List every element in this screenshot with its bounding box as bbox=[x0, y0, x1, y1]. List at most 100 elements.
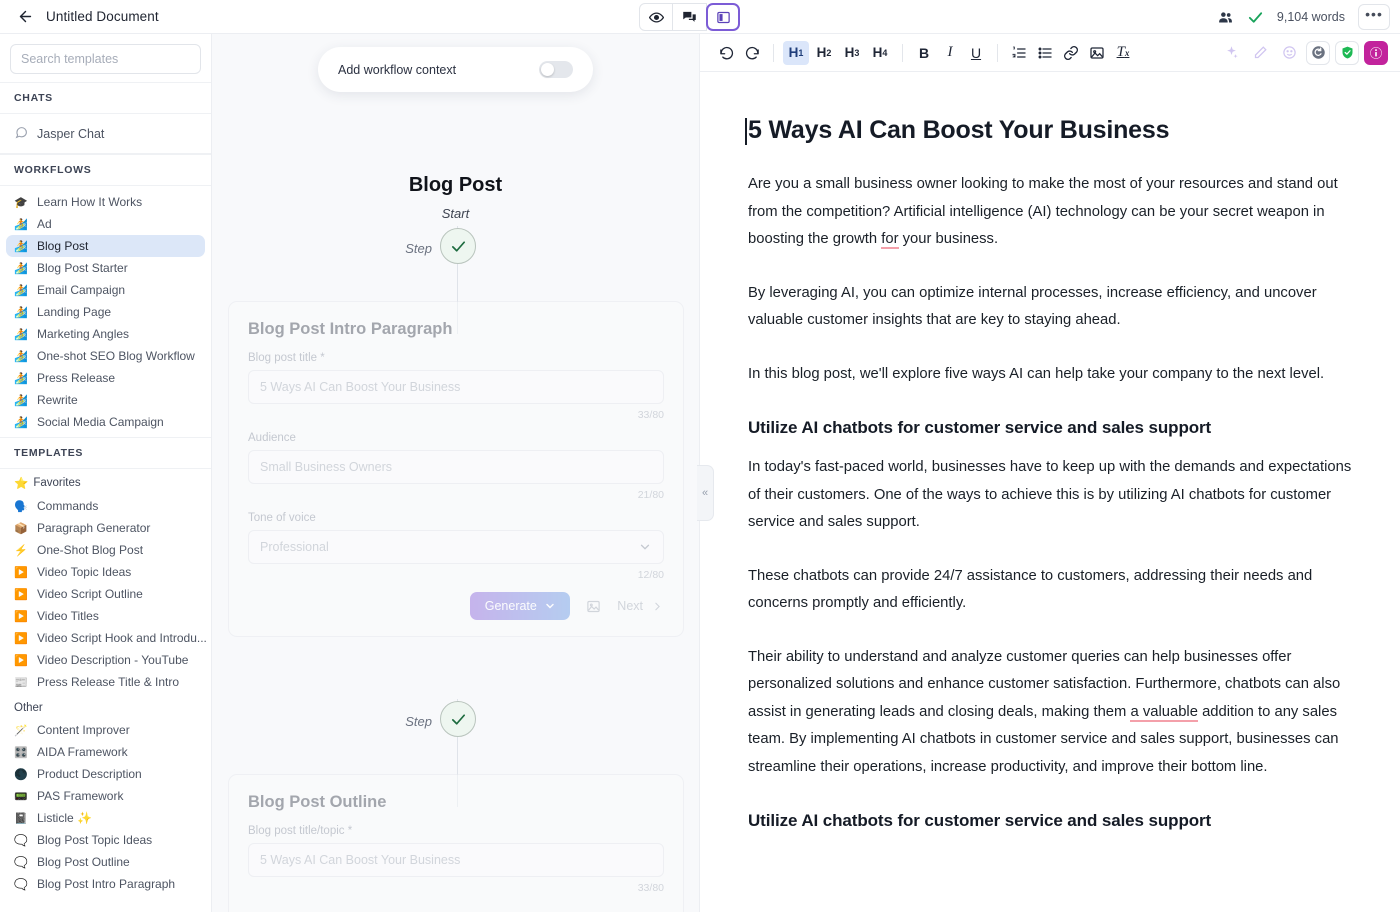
sidebar-item-label: One-shot SEO Blog Workflow bbox=[37, 349, 195, 363]
item-emoji-icon: 🎓 bbox=[14, 196, 28, 209]
sparkle-icon[interactable] bbox=[1219, 41, 1243, 65]
workflow-card-blog-post-outline[interactable]: Blog Post Outline Blog post title/topic … bbox=[228, 774, 684, 912]
bold-button[interactable]: B bbox=[912, 41, 936, 65]
sidebar-item-one-shot-blog-post[interactable]: ⚡ One-Shot Blog Post bbox=[6, 539, 205, 561]
toolbar-divider bbox=[902, 43, 903, 62]
tone-of-voice-select[interactable]: Professional bbox=[248, 530, 664, 564]
sidebar-item-learn-how-it-works[interactable]: 🎓 Learn How It Works bbox=[6, 191, 205, 213]
step-node-2[interactable] bbox=[440, 701, 476, 737]
sidebar-item-blog-post-intro-paragraph[interactable]: 🗨️ Blog Post Intro Paragraph bbox=[6, 873, 205, 895]
heading-3-button[interactable]: H3 bbox=[839, 41, 865, 65]
audience-input[interactable]: Small Business Owners bbox=[248, 450, 664, 484]
editor-toolbar: H1 H2 H3 H4 B I U Tx bbox=[700, 34, 1400, 72]
plagiarism-icon[interactable] bbox=[1306, 40, 1330, 65]
pen-icon[interactable] bbox=[1248, 41, 1272, 65]
sidebar-item-pas-framework[interactable]: 📟 PAS Framework bbox=[6, 785, 205, 807]
view-split-button[interactable] bbox=[706, 3, 740, 31]
grammar-suggestion-text[interactable]: for bbox=[881, 231, 899, 249]
collaborators-icon[interactable] bbox=[1217, 9, 1234, 26]
sidebar-item-label: Blog Post Intro Paragraph bbox=[37, 877, 176, 891]
bullet-list-icon[interactable] bbox=[1033, 41, 1057, 65]
sidebar-item-blog-post-outline[interactable]: 🗨️ Blog Post Outline bbox=[6, 851, 205, 873]
sidebar-item-landing-page[interactable]: 🏄 Landing Page bbox=[6, 301, 205, 323]
sidebar-item-press-release[interactable]: 🏄 Press Release bbox=[6, 367, 205, 389]
sidebar-item-ad[interactable]: 🏄 Ad bbox=[6, 213, 205, 235]
sidebar-item-blog-post-topic-ideas[interactable]: 🗨️ Blog Post Topic Ideas bbox=[6, 829, 205, 851]
generate-button[interactable]: Generate bbox=[470, 592, 571, 620]
sidebar-item-blog-post-starter[interactable]: 🏄 Blog Post Starter bbox=[6, 257, 205, 279]
grammarly-icon[interactable] bbox=[1364, 40, 1388, 65]
emoji-icon[interactable] bbox=[1277, 41, 1301, 65]
step-label-2: Step bbox=[405, 714, 432, 729]
sidebar-item-video-script-outline[interactable]: ▶️ Video Script Outline bbox=[6, 583, 205, 605]
undo-icon[interactable] bbox=[714, 41, 738, 65]
templates-group-header-other: Other bbox=[0, 695, 211, 719]
sidebar-item-video-script-hook-and-introdu[interactable]: ▶️ Video Script Hook and Introdu... bbox=[6, 627, 207, 649]
sidebar-item-content-improver[interactable]: 🪄 Content Improver bbox=[6, 719, 205, 741]
sidebar-item-blog-post[interactable]: 🏄 Blog Post bbox=[6, 235, 205, 257]
sidebar-item-label: Learn How It Works bbox=[37, 195, 143, 209]
step-node-1[interactable] bbox=[440, 228, 476, 264]
sidebar-item-product-description[interactable]: 🌑 Product Description bbox=[6, 763, 205, 785]
workflow-context-toggle[interactable] bbox=[539, 61, 573, 78]
sidebar-item-label: Video Script Outline bbox=[37, 587, 143, 601]
more-options-button[interactable]: ••• bbox=[1358, 4, 1390, 30]
view-mode-toggle bbox=[639, 3, 740, 31]
search-input[interactable] bbox=[10, 44, 201, 74]
sidebar-item-one-shot-seo-blog-workflow[interactable]: 🏄 One-shot SEO Blog Workflow bbox=[6, 345, 205, 367]
document-paragraph: By leveraging AI, you can optimize inter… bbox=[748, 284, 1317, 329]
document-content[interactable]: 5 Ways AI Can Boost Your Business Are yo… bbox=[700, 72, 1400, 912]
sidebar-item-social-media-campaign[interactable]: 🏄 Social Media Campaign bbox=[6, 411, 205, 433]
next-button[interactable]: Next bbox=[617, 599, 664, 613]
shield-check-icon[interactable] bbox=[1335, 40, 1359, 65]
ordered-list-icon[interactable] bbox=[1007, 41, 1031, 65]
sidebar-item-video-description-youtube[interactable]: ▶️ Video Description - YouTube bbox=[6, 649, 205, 671]
heading-2-button[interactable]: H2 bbox=[811, 41, 837, 65]
image-icon[interactable] bbox=[586, 599, 601, 614]
field-label: Blog post title/topic * bbox=[248, 825, 353, 837]
document-blocks: Are you a small business owner looking t… bbox=[748, 171, 1352, 831]
sidebar-item-video-titles[interactable]: ▶️ Video Titles bbox=[6, 605, 205, 627]
sidebar-item-label: PAS Framework bbox=[37, 789, 124, 803]
blog-post-title-input[interactable]: 5 Ways AI Can Boost Your Business bbox=[248, 370, 664, 404]
sidebar-item-aida-framework[interactable]: 🎛️ AIDA Framework bbox=[6, 741, 205, 763]
image-icon[interactable] bbox=[1085, 41, 1109, 65]
link-icon[interactable] bbox=[1059, 41, 1083, 65]
item-emoji-icon: 🏄 bbox=[14, 306, 28, 319]
sidebar-item-paragraph-generator[interactable]: 📦 Paragraph Generator bbox=[6, 517, 205, 539]
italic-button[interactable]: I bbox=[938, 41, 962, 65]
sidebar-item-label: Video Description - YouTube bbox=[37, 653, 189, 667]
sidebar-item-label: Video Topic Ideas bbox=[37, 565, 132, 579]
back-arrow-icon[interactable] bbox=[8, 0, 42, 34]
heading-1-button[interactable]: H1 bbox=[783, 40, 809, 65]
workflow-card-intro-paragraph[interactable]: Blog Post Intro Paragraph Blog post titl… bbox=[228, 301, 684, 637]
sidebar-item-video-topic-ideas[interactable]: ▶️ Video Topic Ideas bbox=[6, 561, 205, 583]
clear-formatting-button[interactable]: Tx bbox=[1111, 41, 1135, 65]
sidebar-item-email-campaign[interactable]: 🏄 Email Campaign bbox=[6, 279, 205, 301]
field-value: 5 Ways AI Can Boost Your Business bbox=[260, 853, 461, 867]
step-label-1: Step bbox=[405, 241, 432, 256]
heading-4-button[interactable]: H4 bbox=[867, 41, 893, 65]
collapse-panel-handle[interactable]: « bbox=[697, 465, 714, 521]
sidebar-item-label: Blog Post bbox=[37, 239, 89, 253]
sidebar-item-press-release-title-intro[interactable]: 📰 Press Release Title & Intro bbox=[6, 671, 205, 693]
sidebar-item-marketing-angles[interactable]: 🏄 Marketing Angles bbox=[6, 323, 205, 345]
document-title[interactable]: Untitled Document bbox=[46, 9, 159, 24]
item-emoji-icon: 🏄 bbox=[14, 350, 28, 363]
blog-post-topic-input[interactable]: 5 Ways AI Can Boost Your Business bbox=[248, 843, 664, 877]
redo-icon[interactable] bbox=[740, 41, 764, 65]
sidebar-item-jasper-chat[interactable]: Jasper Chat bbox=[6, 119, 205, 149]
generate-label: Generate bbox=[484, 599, 537, 613]
item-emoji-icon: 🏄 bbox=[14, 328, 28, 341]
sidebar-item-listicle[interactable]: 📓 Listicle ✨ bbox=[6, 807, 205, 829]
sidebar-item-commands[interactable]: 🗣️ Commands bbox=[6, 495, 205, 517]
grammar-suggestion-text[interactable]: a valuable bbox=[1130, 703, 1198, 722]
sidebar-item-label: Product Description bbox=[37, 767, 142, 781]
sidebar-item-label: Ad bbox=[37, 217, 52, 231]
view-preview-button[interactable] bbox=[639, 3, 673, 31]
underline-button[interactable]: U bbox=[964, 41, 988, 65]
workflow-context-pill[interactable]: Add workflow context bbox=[318, 47, 593, 92]
paragraph-text: your business. bbox=[898, 231, 999, 247]
sidebar-item-rewrite[interactable]: 🏄 Rewrite bbox=[6, 389, 205, 411]
view-comments-button[interactable] bbox=[673, 3, 707, 31]
